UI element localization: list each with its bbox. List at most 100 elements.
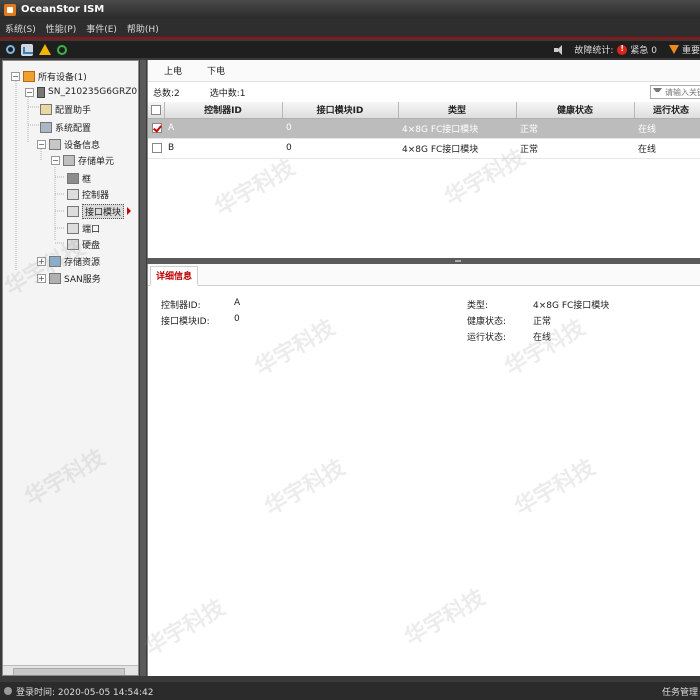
detail-type-value: 4×8G FC接口模块 [533,301,610,311]
collapse-icon[interactable]: − [51,155,60,165]
count-bar: 总数:2 选中数:1 [148,82,700,102]
column-header-health[interactable]: 健康状态 [516,102,635,119]
row-checkbox[interactable] [152,142,162,153]
user-icon [4,687,12,695]
wizard-icon [40,103,52,115]
detail-tab-bar: 详细信息 [148,264,700,286]
tree-item-port[interactable]: 端口 [67,221,100,235]
selected-count: 选中数:1 [209,88,246,99]
cell-run-status: 在线 [634,138,700,159]
status-bar: 登录时间: 2020-05-05 14:54:42 任务管理 [0,682,700,700]
table-header-row: 控制器ID 接口模块ID 类型 健康状态 运行状态 [148,102,700,119]
table-row[interactable]: B 0 4×8G FC接口模块 正常 在线 [148,138,700,159]
navigation-tree: − 所有设备(1) − SN_210235G6GRZ0B6 配置助手 系统配置 … [2,60,139,676]
menu-system[interactable]: 系统(S) [0,22,41,35]
select-all-checkbox[interactable] [150,104,161,115]
cell-type: 4×8G FC接口模块 [398,138,516,159]
total-count: 总数:2 [153,88,180,99]
tree-item-disk[interactable]: 硬盘 [67,237,100,251]
disk-icon [67,238,79,250]
detail-controller-label: 控制器ID: [161,301,201,311]
port-icon [67,222,79,234]
controller-icon [67,188,79,200]
toolbar: 故障统计: 紧急 0 重要 [0,41,700,58]
tree-horizontal-scrollbar[interactable] [3,665,138,675]
expand-icon[interactable]: + [37,256,46,266]
speaker-icon[interactable] [554,44,564,55]
cell-module-id: 0 [282,138,398,159]
collapse-icon[interactable]: − [11,71,20,81]
menu-bar: 系统(S) 性能(P) 事件(E) 帮助(H) [0,19,700,39]
detail-run-value: 在线 [533,333,552,343]
cell-controller-id: B [164,138,282,159]
tree-item-san-service[interactable]: + SAN服务 [37,271,101,285]
power-on-button[interactable]: 上电 [164,64,182,77]
menu-help[interactable]: 帮助(H) [122,22,164,35]
search-input[interactable] [665,87,700,97]
tree-item-frame[interactable]: 框 [67,171,91,185]
cell-controller-id: A [164,118,282,139]
urgent-alarm-icon [617,44,628,55]
urgent-count[interactable]: 紧急 0 [630,43,657,56]
cell-module-id: 0 [282,118,398,139]
storage-device-icon [37,86,45,98]
tree-item-interface-module[interactable]: 接口模块 [67,203,132,219]
refresh-icon[interactable] [57,44,67,55]
collapse-icon[interactable]: − [37,139,46,149]
column-header-controller-id[interactable]: 控制器ID [164,102,283,119]
tree-item-controller[interactable]: 控制器 [67,187,109,201]
column-header-run-status[interactable]: 运行状态 [634,102,700,119]
storage-resource-icon [49,255,61,267]
system-config-icon [40,121,52,133]
column-header-module-id[interactable]: 接口模块ID [282,102,399,119]
header-select-all[interactable] [148,102,165,119]
power-off-button[interactable]: 下电 [207,64,225,77]
tab-detail-info[interactable]: 详细信息 [150,266,199,286]
window-title: OceanStor ISM [21,4,105,15]
major-alarm-icon [668,45,679,54]
search-box[interactable] [650,85,700,99]
row-checkbox-cell[interactable] [148,138,164,159]
detail-module-value: 0 [234,314,240,324]
menu-performance[interactable]: 性能(P) [41,22,81,35]
tree-item-all-devices[interactable]: − 所有设备(1) [11,69,87,83]
interface-module-icon [67,205,79,217]
tree-item-config-wizard[interactable]: 配置助手 [40,102,91,116]
tree-item-storage-resource[interactable]: + 存储资源 [37,254,100,268]
detail-type-label: 类型: [467,301,489,311]
column-header-type[interactable]: 类型 [398,102,517,119]
detail-panel: 详细信息 控制器ID: A 接口模块ID: 0 类型: 4×8G FC接口模块 … [147,264,700,676]
action-bar: 上电 下电 [148,60,700,82]
performance-chart-icon[interactable] [21,43,33,56]
fault-stat-label: 故障统计: [574,46,614,56]
tree-item-device-info[interactable]: − 设备信息 [37,137,100,151]
login-time: 登录时间: 2020-05-05 14:54:42 [16,687,154,698]
expand-icon[interactable]: + [37,273,46,283]
cell-run-status: 在线 [634,118,700,139]
alarm-warning-icon[interactable] [39,44,51,55]
table-row[interactable]: A 0 4×8G FC接口模块 正常 在线 [148,118,700,139]
fault-statistics: 故障统计: 紧急 0 重要 [554,41,700,58]
vertical-splitter[interactable] [140,60,146,676]
detail-module-label: 接口模块ID: [161,317,210,327]
cell-health: 正常 [516,118,634,139]
san-service-icon [49,272,61,284]
search-icon[interactable] [6,45,15,54]
module-list-panel: 上电 下电 总数:2 选中数:1 控制器ID 接口模块ID 类型 健康状态 运行… [147,60,700,258]
selected-arrow-icon [127,207,132,215]
tree-item-system-config[interactable]: 系统配置 [40,120,91,134]
task-manager-button[interactable]: 任务管理 [662,685,698,698]
tree-item-storage-unit[interactable]: − 存储单元 [51,153,114,167]
menu-event[interactable]: 事件(E) [81,22,122,35]
row-checkbox[interactable] [152,122,162,133]
detail-controller-value: A [234,298,241,308]
major-count[interactable]: 重要 [682,43,700,56]
storage-unit-icon [63,154,75,166]
module-table: 控制器ID 接口模块ID 类型 健康状态 运行状态 A 0 4×8G FC接口模… [148,102,700,159]
row-checkbox-cell[interactable] [148,118,164,139]
collapse-icon[interactable]: − [25,87,34,97]
all-devices-icon [23,70,35,82]
tree-item-device[interactable]: − SN_210235G6GRZ0B6 [25,85,138,99]
filter-icon[interactable] [653,88,662,96]
cell-health: 正常 [516,138,634,159]
